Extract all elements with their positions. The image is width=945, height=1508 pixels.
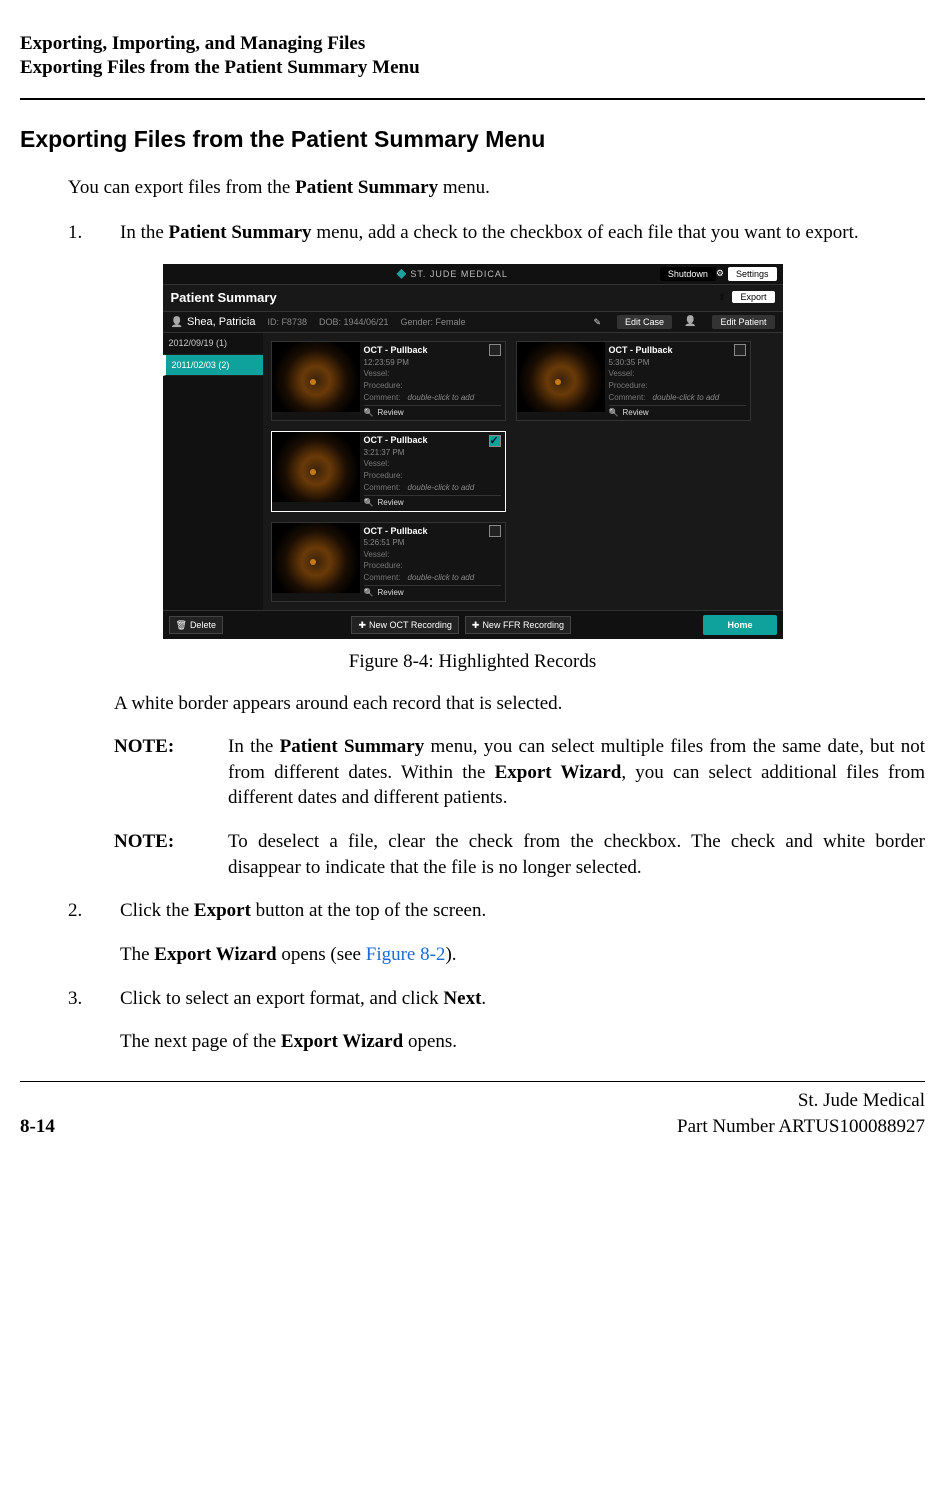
shutdown-button[interactable]: Shutdown bbox=[660, 267, 716, 281]
oct-thumbnail bbox=[517, 342, 605, 412]
search-icon bbox=[364, 408, 374, 419]
review-button[interactable]: Review bbox=[622, 408, 648, 419]
oct-thumbnail bbox=[272, 523, 360, 593]
plus-icon bbox=[472, 619, 480, 631]
settings-button[interactable]: Settings bbox=[728, 267, 777, 281]
oct-thumbnail bbox=[272, 342, 360, 412]
running-header: Exporting, Importing, and Managing Files… bbox=[20, 32, 925, 80]
home-button[interactable]: Home bbox=[703, 615, 776, 635]
section-title: Exporting Files from the Patient Summary… bbox=[20, 124, 925, 155]
note-text: To deselect a file, clear the check from… bbox=[228, 829, 925, 880]
step-text: Click the Export button at the top of th… bbox=[120, 898, 925, 924]
new-ffr-button[interactable]: New FFR Recording bbox=[465, 616, 571, 634]
step-text: In the Patient Summary menu, add a check… bbox=[120, 220, 925, 246]
record-card[interactable]: OCT - Pullback 5:26:51 PM Vessel: Proced… bbox=[271, 522, 506, 602]
ss-bottom-bar: Delete New OCT Recording New FFR Recordi… bbox=[163, 610, 783, 639]
search-icon bbox=[364, 498, 374, 509]
review-button[interactable]: Review bbox=[377, 408, 403, 419]
review-button[interactable]: Review bbox=[377, 498, 403, 509]
pencil-icon bbox=[593, 316, 601, 328]
figure-caption: Figure 8-4: Highlighted Records bbox=[349, 649, 597, 675]
step-2-result: The Export Wizard opens (see Figure 8-2)… bbox=[120, 942, 925, 968]
brand-label: ST. JUDE MEDICAL bbox=[249, 268, 656, 280]
search-icon bbox=[364, 588, 374, 599]
page-number: 8-14 bbox=[20, 1114, 55, 1140]
header-rule bbox=[20, 98, 925, 100]
export-icon bbox=[718, 292, 726, 303]
record-card-selected[interactable]: OCT - Pullback 3:21:37 PM Vessel: Proced… bbox=[271, 431, 506, 511]
page-footer: 8-14 St. Jude Medical Part Number ARTUS1… bbox=[20, 1082, 925, 1139]
footer-company: St. Jude Medical bbox=[677, 1088, 925, 1114]
review-button[interactable]: Review bbox=[377, 588, 403, 599]
patient-name: Shea, Patricia bbox=[171, 315, 256, 330]
record-checkbox[interactable] bbox=[489, 525, 501, 537]
edit-patient-button[interactable]: Edit Patient bbox=[712, 315, 774, 329]
step-text: Click to select an export format, and cl… bbox=[120, 986, 925, 1012]
header-line1: Exporting, Importing, and Managing Files bbox=[20, 32, 925, 56]
sidebar-date[interactable]: 2012/09/19 (1) bbox=[163, 333, 263, 354]
gear-icon bbox=[716, 267, 724, 281]
step-number: 1. bbox=[68, 220, 92, 246]
note-label: NOTE: bbox=[114, 734, 200, 811]
step-1: 1. In the Patient Summary menu, add a ch… bbox=[68, 220, 925, 246]
figure-8-4: ST. JUDE MEDICAL Shutdown Settings Patie… bbox=[20, 264, 925, 675]
note-label: NOTE: bbox=[114, 829, 200, 880]
record-card[interactable]: OCT - Pullback 12:23:59 PM Vessel: Proce… bbox=[271, 341, 506, 421]
ss-patient-row: Shea, Patricia ID: F8738 DOB: 1944/06/21… bbox=[163, 312, 783, 334]
delete-button[interactable]: Delete bbox=[169, 616, 223, 634]
note-text: In the Patient Summary menu, you can sel… bbox=[228, 734, 925, 811]
header-line2: Exporting Files from the Patient Summary… bbox=[20, 56, 925, 80]
footer-partnum: Part Number ARTUS100088927 bbox=[677, 1114, 925, 1140]
record-checkbox[interactable] bbox=[489, 344, 501, 356]
ss-main: 2012/09/19 (1) 2011/02/03 (2) OCT - Pull… bbox=[163, 333, 783, 609]
plus-icon bbox=[358, 619, 366, 631]
after-figure-text: A white border appears around each recor… bbox=[114, 691, 925, 717]
new-oct-button[interactable]: New OCT Recording bbox=[351, 616, 458, 634]
ss-header-row: Patient Summary Export bbox=[163, 285, 783, 312]
step-3-result: The next page of the Export Wizard opens… bbox=[120, 1029, 925, 1055]
patient-summary-title: Patient Summary bbox=[171, 289, 277, 307]
trash-icon bbox=[176, 619, 187, 631]
figure-link[interactable]: Figure 8-2 bbox=[366, 944, 446, 965]
patient-gender: Gender: Female bbox=[401, 316, 466, 328]
patient-id: ID: F8738 bbox=[267, 316, 307, 328]
record-checkbox-checked[interactable] bbox=[489, 435, 501, 447]
sidebar-date-active[interactable]: 2011/02/03 (2) bbox=[163, 355, 263, 376]
ss-titlebar: ST. JUDE MEDICAL Shutdown Settings bbox=[163, 264, 783, 285]
oct-thumbnail bbox=[272, 432, 360, 502]
export-button[interactable]: Export bbox=[732, 291, 774, 303]
date-sidebar: 2012/09/19 (1) 2011/02/03 (2) bbox=[163, 333, 263, 609]
intro-paragraph: You can export files from the Patient Su… bbox=[68, 175, 925, 201]
patient-dob: DOB: 1944/06/21 bbox=[319, 316, 389, 328]
edit-case-button[interactable]: Edit Case bbox=[617, 315, 672, 329]
note-1: NOTE: In the Patient Summary menu, you c… bbox=[114, 734, 925, 811]
record-card[interactable]: OCT - Pullback 5:30:35 PM Vessel: Proced… bbox=[516, 341, 751, 421]
step-number: 3. bbox=[68, 986, 92, 1012]
step-2: 2. Click the Export button at the top of… bbox=[68, 898, 925, 924]
step-number: 2. bbox=[68, 898, 92, 924]
step-3: 3. Click to select an export format, and… bbox=[68, 986, 925, 1012]
note-2: NOTE: To deselect a file, clear the chec… bbox=[114, 829, 925, 880]
person-icon bbox=[684, 315, 696, 329]
search-icon bbox=[609, 408, 619, 419]
person-icon bbox=[171, 315, 183, 330]
screenshot: ST. JUDE MEDICAL Shutdown Settings Patie… bbox=[163, 264, 783, 639]
record-grid: OCT - Pullback 12:23:59 PM Vessel: Proce… bbox=[263, 333, 783, 609]
record-checkbox[interactable] bbox=[734, 344, 746, 356]
